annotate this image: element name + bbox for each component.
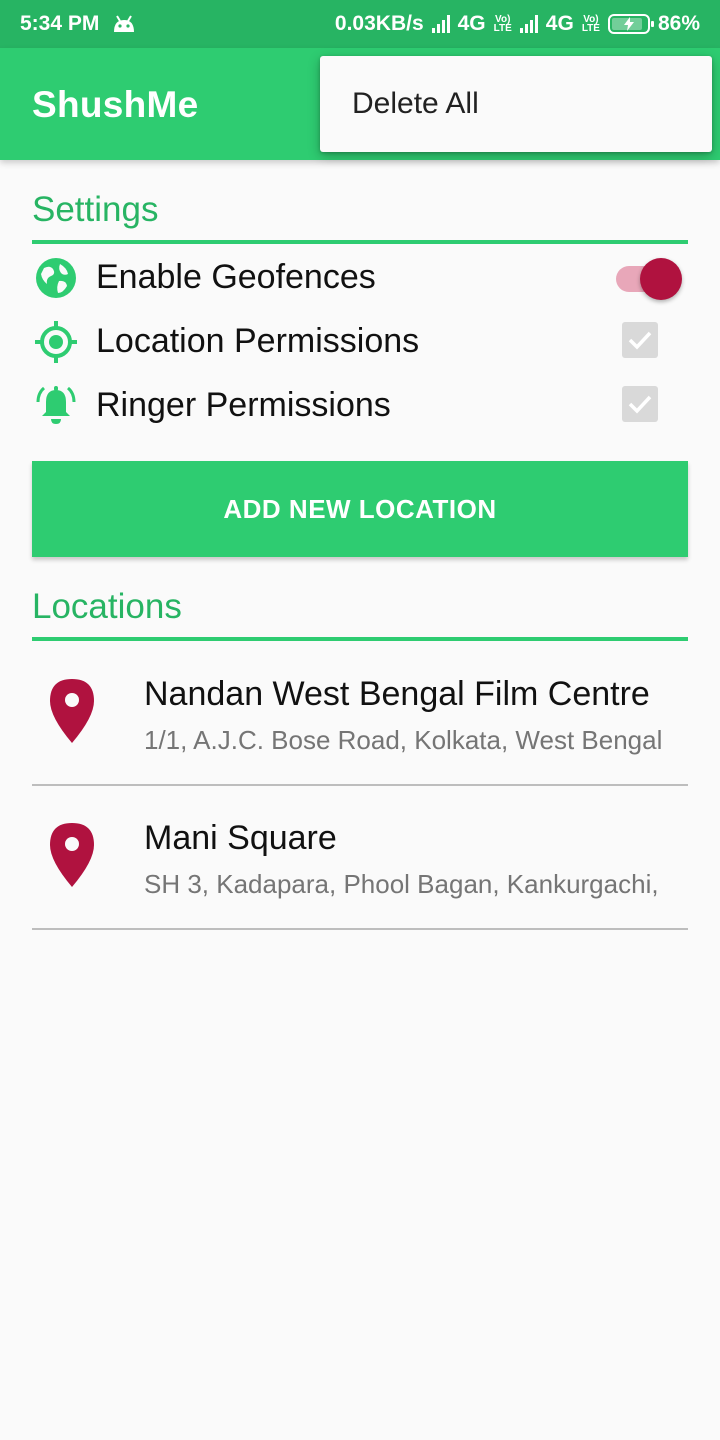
- geofences-switch[interactable]: [616, 254, 684, 302]
- setting-label: Location Permissions: [96, 322, 420, 360]
- gps-target-icon: [35, 321, 77, 363]
- location-item[interactable]: Mani Square SH 3, Kadapara, Phool Bagan,…: [32, 785, 688, 929]
- map-pin-icon: [50, 823, 94, 887]
- location-address: 1/1, A.J.C. Bose Road, Kolkata, West Ben…: [144, 725, 663, 755]
- check-icon: [628, 395, 652, 414]
- volte-icon: Vo) LTE: [581, 14, 600, 34]
- location-item[interactable]: Nandan West Bengal Film Centre 1/1, A.J.…: [32, 641, 688, 785]
- battery-level: 86%: [657, 12, 700, 35]
- switch-thumb: [640, 258, 682, 300]
- setting-location-permissions[interactable]: Location Permissions: [32, 312, 688, 372]
- status-time: 5:34 PM: [20, 12, 100, 35]
- map-pin-icon: [50, 679, 94, 743]
- network-type-2: 4G: [545, 12, 574, 35]
- location-name: Nandan West Bengal Film Centre: [144, 675, 650, 713]
- add-new-location-button[interactable]: ADD NEW LOCATION: [32, 461, 688, 557]
- location-name: Mani Square: [144, 819, 337, 857]
- list-divider: [32, 928, 688, 930]
- network-type-1: 4G: [457, 12, 486, 35]
- net-speed: 0.03KB/s: [334, 12, 424, 35]
- signal-icon: [519, 15, 538, 33]
- setting-ringer-permissions[interactable]: Ringer Permissions: [32, 376, 688, 436]
- globe-icon: [36, 258, 76, 298]
- overflow-menu: Delete All: [320, 56, 712, 152]
- signal-icon: [431, 15, 450, 33]
- setting-enable-geofences[interactable]: Enable Geofences: [32, 248, 688, 308]
- location-address: SH 3, Kadapara, Phool Bagan, Kankurgachi…: [144, 869, 659, 899]
- settings-header: Settings: [32, 190, 159, 229]
- volte-icon: Vo) LTE: [493, 14, 512, 34]
- locations-header: Locations: [32, 587, 182, 626]
- ringer-permissions-checkbox[interactable]: [622, 386, 658, 422]
- menu-item-delete-all[interactable]: Delete All: [320, 56, 712, 152]
- app-screen: 5:34 PM 0.03KB/s 4G Vo) LTE 4G Vo) LTE 86%: [0, 0, 720, 1440]
- android-icon: [114, 15, 135, 32]
- settings-divider: [32, 240, 688, 244]
- bell-ring-icon: [36, 386, 76, 424]
- status-bar: 5:34 PM 0.03KB/s 4G Vo) LTE 4G Vo) LTE 86%: [0, 0, 720, 48]
- check-icon: [628, 331, 652, 350]
- app-title: ShushMe: [32, 84, 199, 125]
- setting-label: Ringer Permissions: [96, 386, 391, 424]
- location-permissions-checkbox[interactable]: [622, 322, 658, 358]
- setting-label: Enable Geofences: [96, 258, 376, 296]
- battery-charging-icon: [607, 14, 654, 34]
